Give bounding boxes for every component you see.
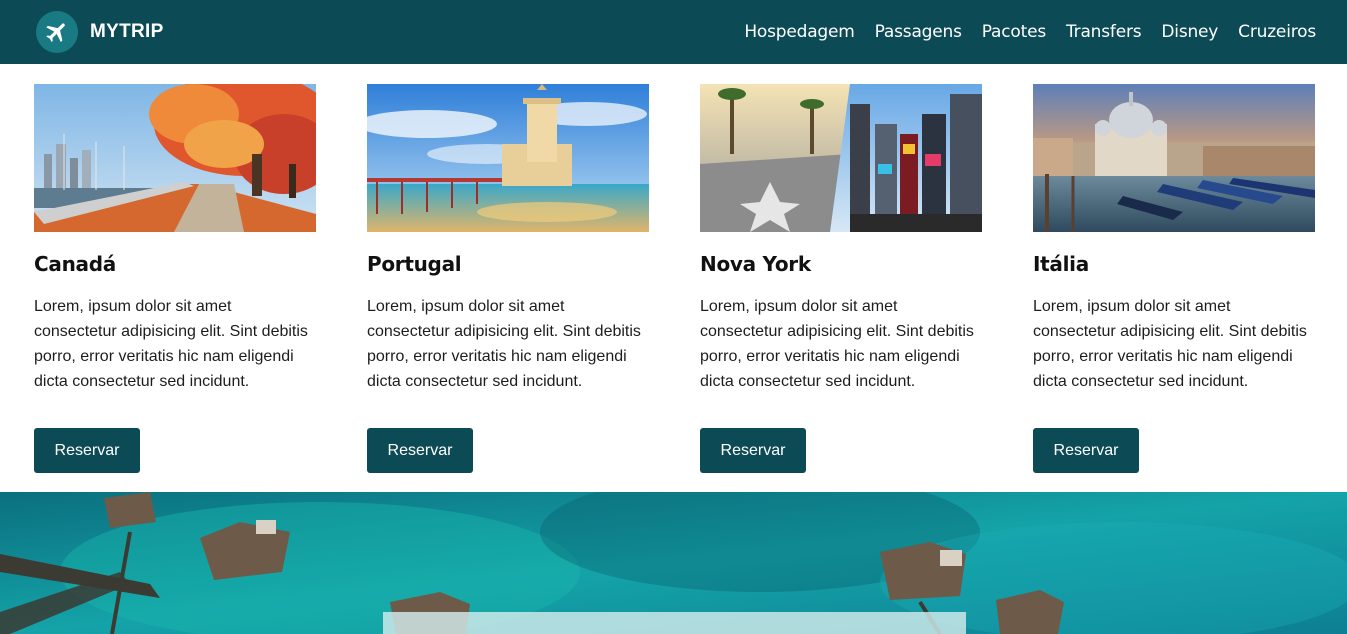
nav-link-passagens[interactable]: Passagens — [875, 22, 962, 42]
portugal-photo — [367, 84, 649, 232]
card-description: Lorem, ipsum dolor sit amet consectetur … — [1033, 298, 1307, 390]
brand-name: MYTRIP — [90, 21, 164, 42]
hero-overlay-panel — [383, 612, 966, 634]
nav-menu: Hospedagem Passagens Pacotes Transfers D… — [744, 0, 1316, 64]
airplane-icon — [36, 11, 78, 53]
nova-york-photo — [700, 84, 982, 232]
nav-link-hospedagem[interactable]: Hospedagem — [744, 22, 855, 42]
nav-link-transfers[interactable]: Transfers — [1066, 22, 1142, 42]
italia-photo — [1033, 84, 1315, 232]
nav-link-pacotes[interactable]: Pacotes — [982, 22, 1046, 42]
reserve-button-italia[interactable]: Reservar — [1033, 428, 1139, 473]
card-title: Portugal — [367, 252, 462, 276]
brand-logo-link[interactable]: MYTRIP — [36, 10, 164, 54]
destination-card-canada: Canadá Lorem, ipsum dolor sit amet conse… — [34, 84, 316, 473]
card-title: Canadá — [34, 252, 116, 276]
card-title: Nova York — [700, 252, 811, 276]
reserve-button-portugal[interactable]: Reservar — [367, 428, 473, 473]
navbar: MYTRIP Hospedagem Passagens Pacotes Tran… — [0, 0, 1347, 64]
destination-card-portugal: Portugal Lorem, ipsum dolor sit amet con… — [367, 84, 649, 473]
card-description: Lorem, ipsum dolor sit amet consectetur … — [700, 298, 974, 390]
card-description: Lorem, ipsum dolor sit amet consectetur … — [367, 298, 641, 390]
card-title: Itália — [1033, 252, 1089, 276]
card-description: Lorem, ipsum dolor sit amet consectetur … — [34, 298, 308, 390]
reserve-button-nova-york[interactable]: Reservar — [700, 428, 806, 473]
canada-photo — [34, 84, 316, 232]
hero-banner — [0, 492, 1347, 634]
destination-card-nova-york: Nova York Lorem, ipsum dolor sit amet co… — [700, 84, 982, 473]
destination-card-italia: Itália Lorem, ipsum dolor sit amet conse… — [1033, 84, 1315, 473]
reserve-button-canada[interactable]: Reservar — [34, 428, 140, 473]
nav-link-disney[interactable]: Disney — [1161, 22, 1218, 42]
destinations-section: Canadá Lorem, ipsum dolor sit amet conse… — [0, 64, 1347, 492]
nav-link-cruzeiros[interactable]: Cruzeiros — [1238, 22, 1316, 42]
